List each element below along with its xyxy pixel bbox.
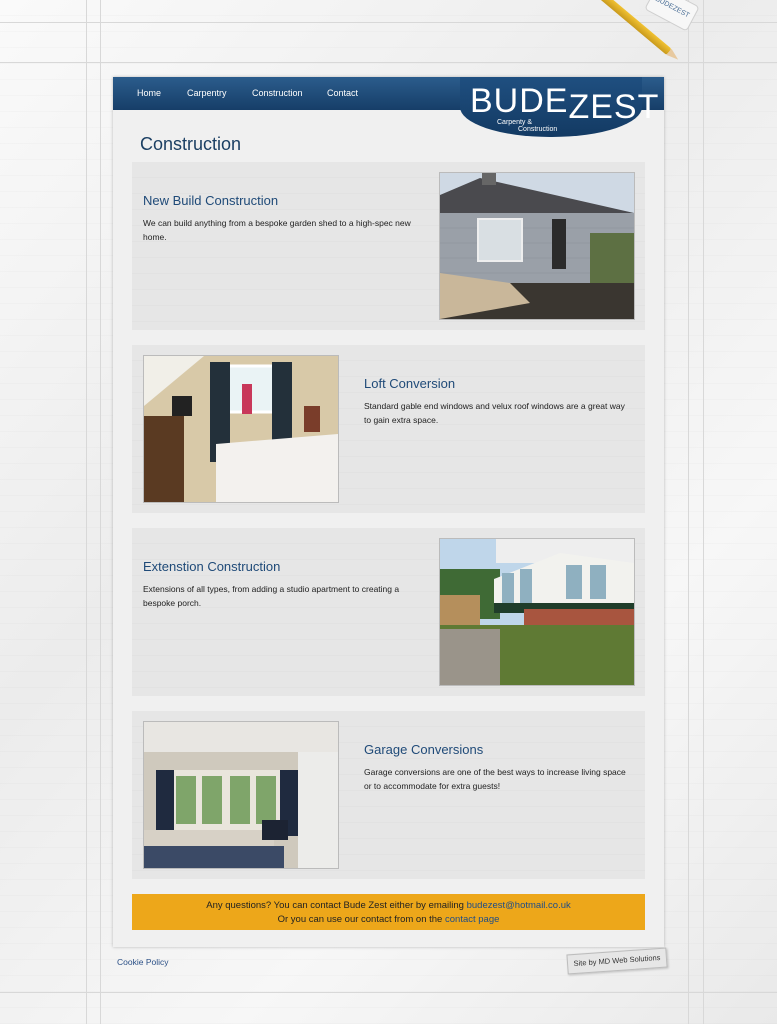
guide-line <box>86 0 87 1024</box>
section-loft-conversion: Loft Conversion Standard gable end windo… <box>132 345 645 513</box>
loft-photo <box>143 355 339 503</box>
section-text: We can build anything from a bespoke gar… <box>143 218 411 242</box>
new-build-photo <box>439 172 635 320</box>
guide-line <box>0 992 777 993</box>
contact-line-1-text: Any questions? You can contact Bude Zest… <box>206 900 467 911</box>
section-text: Extensions of all types, from adding a s… <box>143 584 400 608</box>
extension-photo <box>439 538 635 686</box>
contact-banner: Any questions? You can contact Bude Zest… <box>132 894 645 930</box>
logo-wordmark[interactable]: BUDEZEST <box>470 82 659 124</box>
page-container: Home Carpentry Construction Contact BUDE… <box>113 77 664 947</box>
section-text: Standard gable end windows and velux roo… <box>364 401 625 425</box>
nav-construction[interactable]: Construction <box>252 88 303 98</box>
nav-contact[interactable]: Contact <box>327 88 358 98</box>
section-extension: Extenstion Construction Extensions of al… <box>132 528 645 696</box>
nav-home[interactable]: Home <box>137 88 161 98</box>
email-link[interactable]: budezest@hotmail.co.uk <box>467 900 571 911</box>
guide-line <box>0 22 777 23</box>
contact-line-2-text: Or you can use our contact from on the <box>277 914 445 925</box>
section-text: Garage conversions are one of the best w… <box>364 767 626 791</box>
guide-line <box>688 0 689 1024</box>
logo-tagline-1: Carpenty & <box>497 119 533 126</box>
contact-line-1: Any questions? You can contact Bude Zest… <box>132 899 645 912</box>
guide-line <box>0 62 777 63</box>
logo-word-part2: ZEST <box>568 88 660 126</box>
cookie-policy-link[interactable]: Cookie Policy <box>117 957 169 967</box>
nav-carpentry[interactable]: Carpentry <box>187 88 227 98</box>
contact-line-2: Or you can use our contact from on the c… <box>132 913 645 926</box>
section-new-build: New Build Construction We can build anyt… <box>132 162 645 330</box>
logo-tagline-2: Construction <box>518 126 558 133</box>
page-title: Construction <box>140 134 242 154</box>
section-title: Garage Conversions <box>364 742 484 757</box>
garage-photo <box>143 721 339 869</box>
logo-word-part1: BUDE <box>470 82 569 120</box>
section-garage-conversion: Garage Conversions Garage conversions ar… <box>132 711 645 879</box>
guide-line <box>703 0 704 1024</box>
section-title: Extenstion Construction <box>143 559 281 574</box>
guide-line <box>100 0 101 1024</box>
section-title: Loft Conversion <box>364 376 456 391</box>
contact-page-link[interactable]: contact page <box>445 914 499 925</box>
section-title: New Build Construction <box>143 193 279 208</box>
